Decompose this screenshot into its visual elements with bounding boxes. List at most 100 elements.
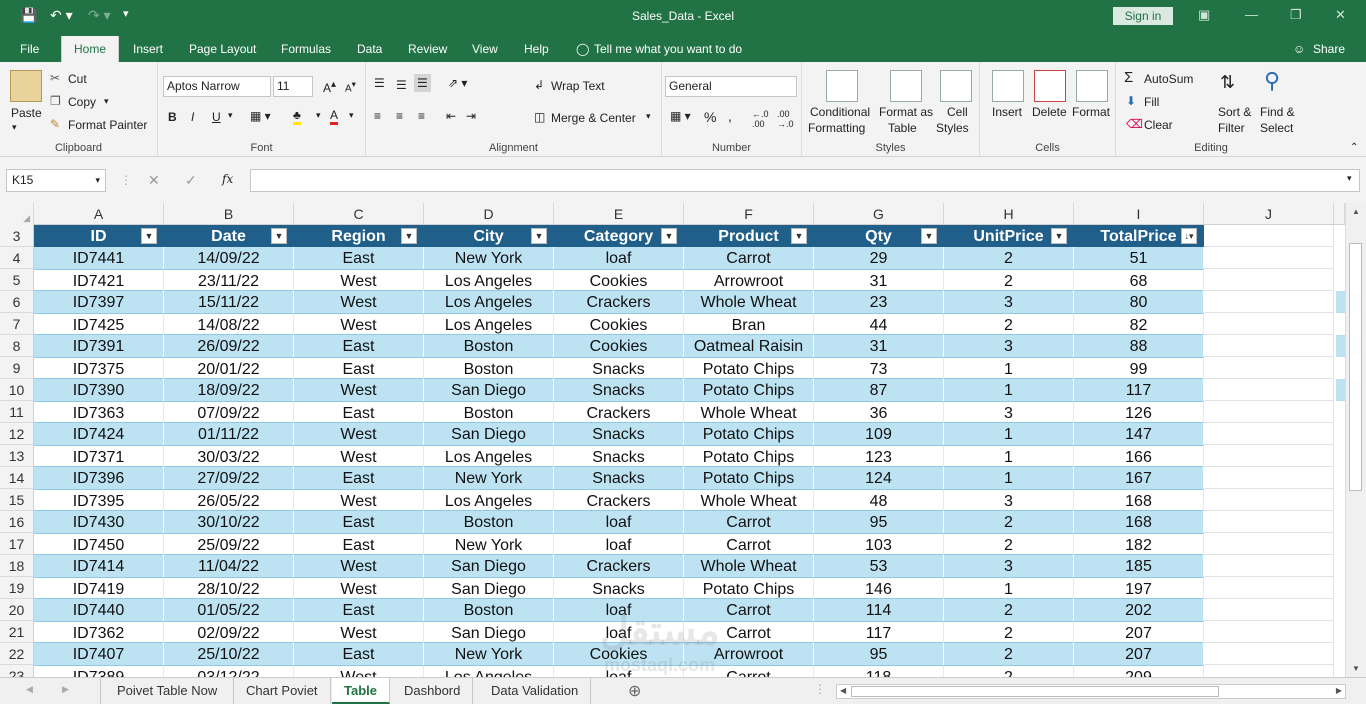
table-cell[interactable]: East — [294, 599, 424, 621]
name-box-dropdown-icon[interactable]: ▾ — [95, 170, 100, 191]
table-cell[interactable]: ID7441 — [34, 247, 164, 269]
table-cell[interactable]: 18/09/22 — [164, 379, 294, 401]
worksheet-grid[interactable]: ◢ A B C D E F G H I J 3 ID ▼ Date ▼ Region… — [0, 203, 1345, 677]
table-cell[interactable]: Los Angeles — [424, 666, 554, 677]
table-cell[interactable]: West — [294, 578, 424, 600]
table-cell[interactable]: Cookies — [554, 314, 684, 336]
table-cell[interactable]: 48 — [814, 490, 944, 512]
table-cell[interactable]: East — [294, 247, 424, 269]
col-header-f[interactable]: F — [684, 203, 814, 225]
table-cell[interactable]: 207 — [1074, 622, 1204, 644]
table-cell[interactable]: 44 — [814, 314, 944, 336]
row-header[interactable]: 7 — [0, 313, 34, 335]
table-cell[interactable]: 95 — [814, 643, 944, 665]
table-cell[interactable]: 53 — [814, 555, 944, 577]
row-header[interactable]: 20 — [0, 599, 34, 621]
empty-cell[interactable] — [1204, 225, 1334, 247]
align-left-icon[interactable]: ≡ — [374, 109, 381, 123]
table-cell[interactable]: 185 — [1074, 555, 1204, 577]
table-cell[interactable]: Snacks — [554, 358, 684, 380]
empty-cell[interactable] — [1204, 643, 1334, 665]
paste-button[interactable]: Paste — [11, 106, 42, 120]
merge-dropdown-icon[interactable]: ▾ — [646, 111, 651, 122]
table-cell[interactable]: West — [294, 291, 424, 313]
format-as-table-line1[interactable]: Format as — [879, 105, 933, 119]
row-header[interactable]: 3 — [0, 225, 34, 247]
cancel-icon[interactable]: ✕ — [148, 172, 160, 189]
table-cell[interactable]: 103 — [814, 534, 944, 556]
table-cell[interactable]: 87 — [814, 379, 944, 401]
empty-cell[interactable] — [1204, 577, 1334, 599]
table-cell[interactable]: 2 — [944, 270, 1074, 292]
decrease-decimal-icon[interactable]: .00 →.0 — [777, 109, 794, 129]
tab-home[interactable]: Home — [61, 36, 120, 62]
table-cell[interactable]: 26/05/22 — [164, 490, 294, 512]
table-cell[interactable]: 68 — [1074, 270, 1204, 292]
table-cell[interactable]: ID7419 — [34, 578, 164, 600]
table-cell[interactable]: loaf — [554, 247, 684, 269]
table-cell[interactable]: Oatmeal Raisin — [684, 335, 814, 357]
table-cell[interactable]: ID7375 — [34, 358, 164, 380]
filter-dropdown-icon[interactable]: ▼ — [791, 228, 807, 244]
table-cell[interactable]: San Diego — [424, 379, 554, 401]
row-header[interactable]: 11 — [0, 401, 34, 423]
empty-cell[interactable] — [1204, 379, 1334, 401]
table-cell[interactable]: loaf — [554, 534, 684, 556]
table-cell[interactable]: Potato Chips — [684, 358, 814, 380]
sort-filter-line2[interactable]: Filter — [1218, 121, 1245, 135]
empty-cell[interactable] — [1204, 665, 1334, 677]
underline-dropdown-icon[interactable]: ▾ — [228, 110, 233, 121]
bold-button[interactable]: B — [168, 110, 177, 124]
table-cell[interactable]: 1 — [944, 358, 1074, 380]
format-painter-button[interactable]: Format Painter — [68, 118, 147, 132]
empty-cell[interactable] — [1204, 269, 1334, 291]
table-cell[interactable]: 3 — [944, 291, 1074, 313]
table-cell[interactable]: Whole Wheat — [684, 402, 814, 424]
table-cell[interactable]: Los Angeles — [424, 446, 554, 468]
accounting-icon[interactable]: ▦ ▾ — [670, 109, 691, 123]
table-cell[interactable]: West — [294, 622, 424, 644]
table-cell[interactable]: Cookies — [554, 270, 684, 292]
table-cell[interactable]: 3 — [944, 402, 1074, 424]
table-cell[interactable]: New York — [424, 247, 554, 269]
table-cell[interactable]: 25/09/22 — [164, 534, 294, 556]
row-header[interactable]: 18 — [0, 555, 34, 577]
table-cell[interactable]: West — [294, 314, 424, 336]
bottom-align-icon[interactable]: ☰ — [414, 74, 431, 92]
clear-button[interactable]: Clear — [1144, 118, 1173, 132]
tab-file[interactable]: File — [20, 42, 39, 56]
col-header-b[interactable]: B — [164, 203, 294, 225]
new-sheet-icon[interactable]: ⊕ — [628, 681, 641, 701]
empty-cell[interactable] — [1204, 335, 1334, 357]
find-select-icon[interactable]: ⚲ — [1264, 68, 1280, 94]
table-cell[interactable]: ID7362 — [34, 622, 164, 644]
table-cell[interactable]: East — [294, 643, 424, 665]
table-cell[interactable]: Boston — [424, 511, 554, 533]
table-cell[interactable]: 2 — [944, 534, 1074, 556]
formula-input[interactable] — [250, 169, 1360, 192]
increase-decimal-icon[interactable]: ←.0.00 — [752, 109, 769, 129]
table-cell[interactable]: West — [294, 423, 424, 445]
tell-me-box[interactable]: Tell me what you want to do — [594, 42, 742, 56]
row-header[interactable]: 6 — [0, 291, 34, 313]
filter-dropdown-icon[interactable]: ▼ — [1051, 228, 1067, 244]
table-cell[interactable]: New York — [424, 467, 554, 489]
tab-review[interactable]: Review — [408, 42, 447, 56]
table-cell[interactable]: 23/11/22 — [164, 270, 294, 292]
row-header[interactable]: 15 — [0, 489, 34, 511]
table-cell[interactable]: Bran — [684, 314, 814, 336]
filter-dropdown-icon[interactable]: ▼ — [401, 228, 417, 244]
table-cell[interactable]: 51 — [1074, 247, 1204, 269]
table-cell[interactable]: ID7450 — [34, 534, 164, 556]
table-cell[interactable]: Los Angeles — [424, 291, 554, 313]
table-cell[interactable]: Whole Wheat — [684, 490, 814, 512]
scroll-down-icon[interactable]: ▼ — [1352, 664, 1360, 673]
col-header-a[interactable]: A — [34, 203, 164, 225]
row-header[interactable]: 16 — [0, 511, 34, 533]
empty-cell[interactable] — [1204, 511, 1334, 533]
empty-cell[interactable] — [1204, 401, 1334, 423]
cell-styles-icon[interactable] — [940, 70, 972, 102]
table-cell[interactable]: East — [294, 534, 424, 556]
table-cell[interactable]: 2 — [944, 247, 1074, 269]
table-cell[interactable]: Potato Chips — [684, 379, 814, 401]
